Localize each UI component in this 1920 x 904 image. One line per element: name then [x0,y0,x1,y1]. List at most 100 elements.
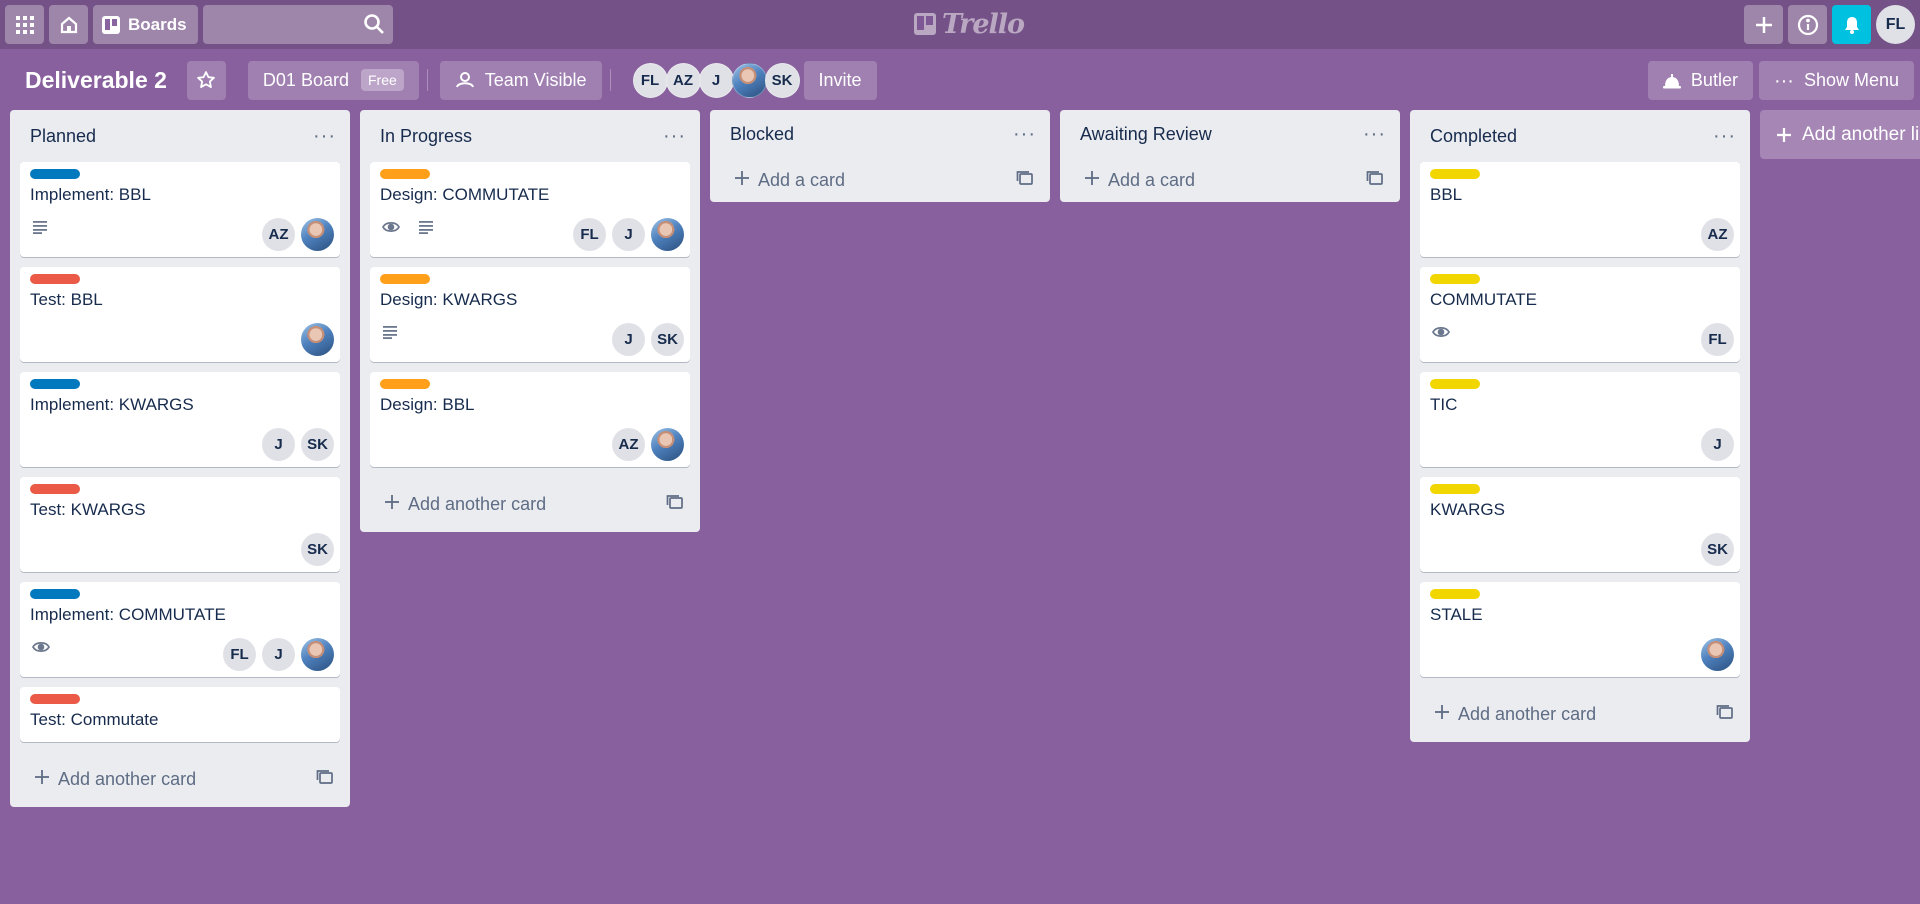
member-avatar[interactable]: AZ [612,428,645,461]
add-card-button[interactable]: Add another card [20,752,340,807]
card-template-icon[interactable] [1366,170,1384,191]
card[interactable]: Test: Commutate [20,687,340,742]
member-avatar[interactable]: J [262,638,295,671]
show-menu-button[interactable]: ··· Show Menu [1758,61,1914,100]
member-avatar-photo[interactable] [651,218,684,251]
member-avatar[interactable]: SK [301,533,334,566]
member-avatar-photo[interactable] [301,323,334,356]
card-badges [381,220,434,239]
card-title: Design: BBL [380,395,475,414]
member-avatar-photo[interactable] [651,428,684,461]
create-button[interactable] [1744,5,1783,44]
plus-icon [384,494,400,515]
list-menu-icon[interactable]: ··· [1363,124,1386,144]
card-template-icon[interactable] [666,494,684,515]
list-menu-icon[interactable]: ··· [663,126,686,146]
home-button[interactable] [49,5,88,44]
card[interactable]: STALE [1420,582,1740,677]
member-avatar[interactable]: AZ [262,218,295,251]
list-menu-icon[interactable]: ··· [1013,124,1036,144]
card-label[interactable] [30,694,80,704]
list-title[interactable]: Completed [1430,126,1517,147]
card-label[interactable] [30,589,80,599]
butler-button[interactable]: Butler [1647,61,1753,100]
member-avatar-photo[interactable] [1701,638,1734,671]
member-avatar[interactable]: AZ [665,62,701,98]
trello-logo[interactable]: Trello [914,8,1025,40]
member-avatar[interactable]: SK [764,62,800,98]
apps-button[interactable] [5,5,44,44]
card-label[interactable] [1430,169,1480,179]
card-members: FL [1701,323,1734,356]
card[interactable]: Design: KWARGS J SK [370,267,690,362]
member-avatar[interactable]: J [612,323,645,356]
card-label[interactable] [1430,379,1480,389]
card[interactable]: Design: BBL AZ [370,372,690,467]
card-template-icon[interactable] [316,769,334,790]
list-title[interactable]: In Progress [380,126,472,147]
board-header: Deliverable 2 D01 Board Free Team Visibl… [0,53,1920,107]
card-label[interactable] [30,274,80,284]
card[interactable]: Implement: COMMUTATE FL J [20,582,340,677]
card[interactable]: Implement: KWARGS J SK [20,372,340,467]
card-label[interactable] [380,379,430,389]
card[interactable]: Design: COMMUTATE FL J [370,162,690,257]
user-avatar[interactable]: FL [1876,5,1915,44]
card[interactable]: KWARGS SK [1420,477,1740,572]
plus-icon [734,170,750,191]
member-avatar[interactable]: J [262,428,295,461]
info-button[interactable] [1788,5,1827,44]
search-box[interactable] [202,5,393,44]
list-menu-icon[interactable]: ··· [313,126,336,146]
member-avatar[interactable]: FL [223,638,256,671]
card[interactable]: COMMUTATE FL [1420,267,1740,362]
card-template-icon[interactable] [1716,704,1734,725]
member-avatar-photo[interactable] [301,638,334,671]
add-card-button[interactable]: Add a card [720,158,1040,202]
card[interactable]: BBL AZ [1420,162,1740,257]
list-title[interactable]: Planned [30,126,96,147]
member-avatar[interactable]: FL [632,62,668,98]
add-list-button[interactable]: Add another list [1760,110,1920,159]
divider [426,69,428,91]
card-label[interactable] [1430,274,1480,284]
card-label[interactable] [30,379,80,389]
card-label[interactable] [30,169,80,179]
add-card-button[interactable]: Add another card [1420,687,1740,742]
member-avatar-photo[interactable] [731,62,767,98]
card-label[interactable] [1430,484,1480,494]
card[interactable]: Test: KWARGS SK [20,477,340,572]
invite-button[interactable]: Invite [803,60,877,100]
card-label[interactable] [1430,589,1480,599]
list-menu-icon[interactable]: ··· [1713,126,1736,146]
board-title[interactable]: Deliverable 2 [25,67,167,94]
member-avatar[interactable]: J [1701,428,1734,461]
team-board-button[interactable]: D01 Board Free [247,60,419,100]
add-list-label: Add another list [1802,123,1920,145]
member-avatar[interactable]: FL [573,218,606,251]
card-label[interactable] [30,484,80,494]
card[interactable]: Implement: BBL AZ [20,162,340,257]
visibility-button[interactable]: Team Visible [439,60,602,100]
add-card-button[interactable]: Add a card [1070,158,1390,202]
member-avatar[interactable]: J [612,218,645,251]
card-template-icon[interactable] [1016,170,1034,191]
notifications-button[interactable] [1832,5,1871,44]
member-avatar[interactable]: AZ [1701,218,1734,251]
member-avatar[interactable]: FL [1701,323,1734,356]
list-title[interactable]: Blocked [730,124,794,145]
member-avatar[interactable]: J [698,62,734,98]
member-avatar[interactable]: SK [1701,533,1734,566]
boards-button[interactable]: Boards [93,5,198,44]
card-label[interactable] [380,169,430,179]
member-avatar[interactable]: SK [651,323,684,356]
star-button[interactable] [186,60,226,100]
card[interactable]: Test: BBL [20,267,340,362]
card-label[interactable] [380,274,430,284]
member-avatar-photo[interactable] [301,218,334,251]
card[interactable]: TIC J [1420,372,1740,467]
add-card-button[interactable]: Add another card [370,477,690,532]
list-title[interactable]: Awaiting Review [1080,124,1212,145]
member-avatar[interactable]: SK [301,428,334,461]
search-icon[interactable] [363,13,385,35]
